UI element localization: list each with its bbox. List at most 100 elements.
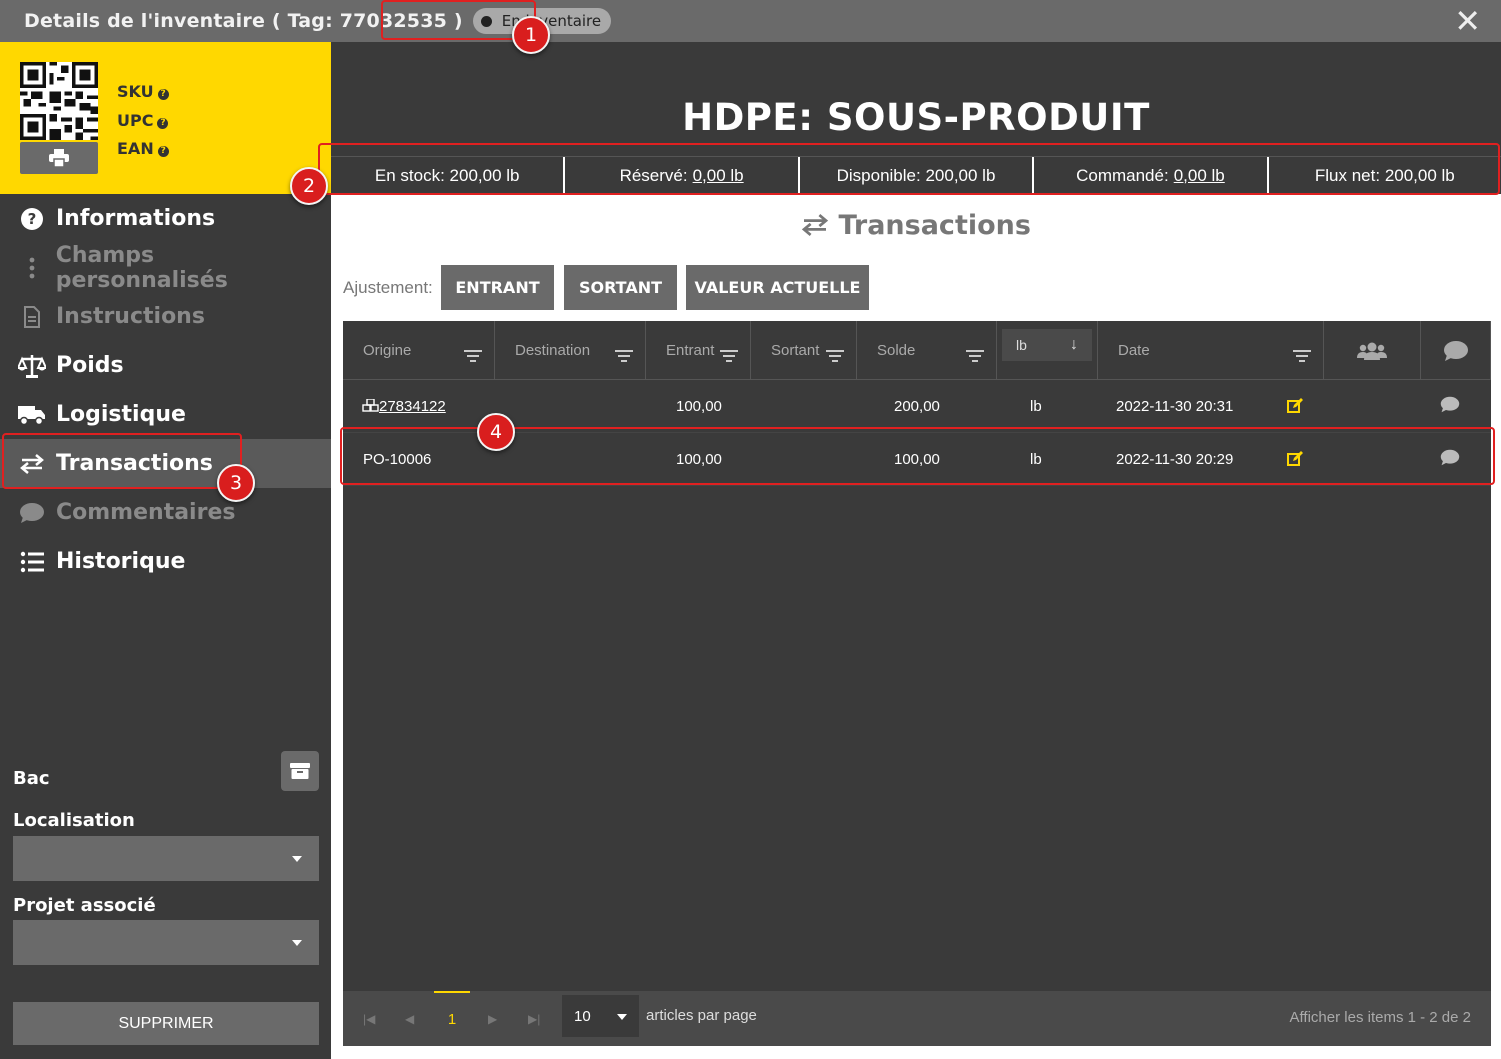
- unit-cell: lb: [1030, 397, 1042, 415]
- stat-label: Disponible:: [836, 165, 921, 185]
- upc-row: UPC?: [117, 107, 169, 136]
- in-cell: 100,00: [676, 450, 722, 468]
- incoming-button[interactable]: ENTRANT: [441, 265, 554, 310]
- product-title: HDPE: SOUS-PRODUIT: [682, 96, 1150, 139]
- list-icon: [18, 548, 46, 576]
- column-header-unit[interactable]: lb ↓: [997, 321, 1098, 380]
- sidebar-nav: ? Informations Champs personnalisés Inst…: [0, 194, 331, 586]
- filter-icon[interactable]: [464, 350, 482, 362]
- ean-label: EAN: [117, 139, 154, 158]
- qr-code-icon: [20, 62, 98, 140]
- table-row[interactable]: 27834122 100,00 200,00 lb 2022-11-30 20:…: [343, 380, 1491, 433]
- column-header-out[interactable]: Sortant: [751, 321, 857, 380]
- delete-button[interactable]: SUPPRIMER: [13, 1002, 319, 1045]
- column-header-balance[interactable]: Solde: [857, 321, 997, 380]
- stat-label: Réservé:: [619, 165, 688, 185]
- edit-icon[interactable]: [1287, 451, 1304, 470]
- unit-cell: lb: [1030, 450, 1042, 468]
- bin-button[interactable]: [281, 751, 319, 791]
- project-label: Projet associé: [13, 895, 156, 916]
- sidebar-item-instructions[interactable]: Instructions: [0, 292, 331, 341]
- stat-reserved: Réservé: 0,00 lb: [563, 157, 797, 194]
- truck-icon: [18, 401, 46, 429]
- column-header-comments: [1421, 321, 1491, 380]
- transactions-grid: Origine Destination Entrant Sortant Sold…: [343, 321, 1491, 1046]
- help-icon[interactable]: ?: [157, 146, 169, 157]
- stat-net-flow: Flux net: 200,00 lb: [1266, 157, 1501, 194]
- project-select[interactable]: [13, 920, 319, 965]
- help-icon[interactable]: ?: [157, 89, 169, 100]
- annotation-marker-3: 3: [217, 464, 255, 502]
- sidebar-item-custom-fields[interactable]: Champs personnalisés: [0, 243, 331, 293]
- sidebar-item-history[interactable]: Historique: [0, 537, 331, 586]
- sidebar-item-informations[interactable]: ? Informations: [0, 194, 331, 243]
- first-page-icon[interactable]: |◀: [363, 1012, 375, 1026]
- filter-icon[interactable]: [720, 350, 738, 362]
- next-page-icon[interactable]: ▶: [488, 1012, 497, 1026]
- column-label: Sortant: [771, 342, 820, 359]
- chevron-down-icon: [292, 940, 302, 946]
- box-icon: [290, 763, 310, 779]
- per-page-label: articles par page: [646, 1007, 757, 1024]
- product-header: HDPE: SOUS-PRODUIT En stock: 200,00 lb R…: [331, 42, 1501, 194]
- filter-icon[interactable]: [615, 350, 633, 362]
- last-page-icon[interactable]: ▶|: [528, 1012, 540, 1026]
- column-header-date[interactable]: Date: [1098, 321, 1324, 380]
- sidebar-item-logistics[interactable]: Logistique: [0, 390, 331, 439]
- svg-text:?: ?: [28, 210, 37, 228]
- sku-row: SKU?: [117, 78, 169, 107]
- origin-link[interactable]: 27834122: [379, 398, 446, 415]
- location-select[interactable]: [13, 836, 319, 881]
- outgoing-button[interactable]: SORTANT: [564, 265, 677, 310]
- close-icon[interactable]: ✕: [1454, 4, 1481, 38]
- product-code-card: SKU? UPC? EAN?: [0, 42, 331, 194]
- stat-ordered: Commandé: 0,00 lb: [1032, 157, 1266, 194]
- comment-icon[interactable]: [1440, 449, 1460, 470]
- sidebar-item-transactions[interactable]: Transactions: [0, 439, 331, 488]
- column-header-destination[interactable]: Destination: [495, 321, 646, 380]
- annotation-marker-2: 2: [290, 167, 328, 205]
- filter-icon[interactable]: [966, 350, 984, 362]
- annotation-marker-1: 1: [512, 16, 550, 54]
- exchange-arrows-icon: [801, 214, 829, 236]
- speech-bubble-icon: [1443, 340, 1468, 361]
- items-info: Afficher les items 1 - 2 de 2: [1289, 1009, 1471, 1026]
- sidebar-item-label: Transactions: [56, 451, 213, 476]
- print-button[interactable]: [20, 142, 98, 174]
- per-page-select[interactable]: 10: [562, 995, 639, 1037]
- speech-bubble-icon: [18, 499, 46, 527]
- table-row[interactable]: PO-10006 100,00 100,00 lb 2022-11-30 20:…: [343, 433, 1491, 486]
- comment-icon[interactable]: [1440, 396, 1460, 417]
- upc-label: UPC: [117, 110, 154, 130]
- column-label: Destination: [515, 342, 591, 359]
- column-header-in[interactable]: Entrant: [646, 321, 751, 380]
- in-cell: 100,00: [676, 397, 722, 415]
- help-icon[interactable]: ?: [157, 117, 169, 129]
- sidebar-item-label: Informations: [56, 206, 216, 231]
- current-value-button[interactable]: VALEUR ACTUELLE: [686, 265, 869, 310]
- unit-sort-box[interactable]: lb ↓: [1002, 328, 1092, 361]
- filter-icon[interactable]: [826, 350, 844, 362]
- balance-scale-icon: [18, 352, 46, 380]
- stat-label: Flux net:: [1314, 165, 1381, 185]
- stat-value-link[interactable]: 0,00 lb: [1174, 166, 1225, 186]
- filter-icon[interactable]: [1293, 350, 1311, 362]
- ean-row: EAN?: [117, 135, 169, 164]
- bin-label: Bac: [13, 768, 50, 789]
- sidebar-item-weight[interactable]: Poids: [0, 341, 331, 390]
- column-header-origin[interactable]: Origine: [343, 321, 495, 380]
- stat-value: 200,00 lb: [925, 165, 996, 185]
- edit-icon[interactable]: [1287, 398, 1304, 417]
- stat-value-link[interactable]: 0,00 lb: [693, 166, 744, 186]
- vertical-ellipsis-icon: [18, 254, 46, 282]
- page-number-button[interactable]: 1: [434, 991, 470, 1046]
- sidebar-item-comments[interactable]: Commentaires: [0, 488, 331, 537]
- section-title-text: Transactions: [838, 210, 1031, 241]
- column-header-users: [1324, 321, 1421, 380]
- column-label: Origine: [363, 342, 412, 359]
- location-label: Localisation: [13, 810, 135, 831]
- question-circle-icon: ?: [18, 205, 46, 233]
- stat-value: 200,00 lb: [449, 165, 520, 185]
- origin-cell[interactable]: 27834122: [362, 398, 446, 415]
- prev-page-icon[interactable]: ◀: [405, 1012, 414, 1026]
